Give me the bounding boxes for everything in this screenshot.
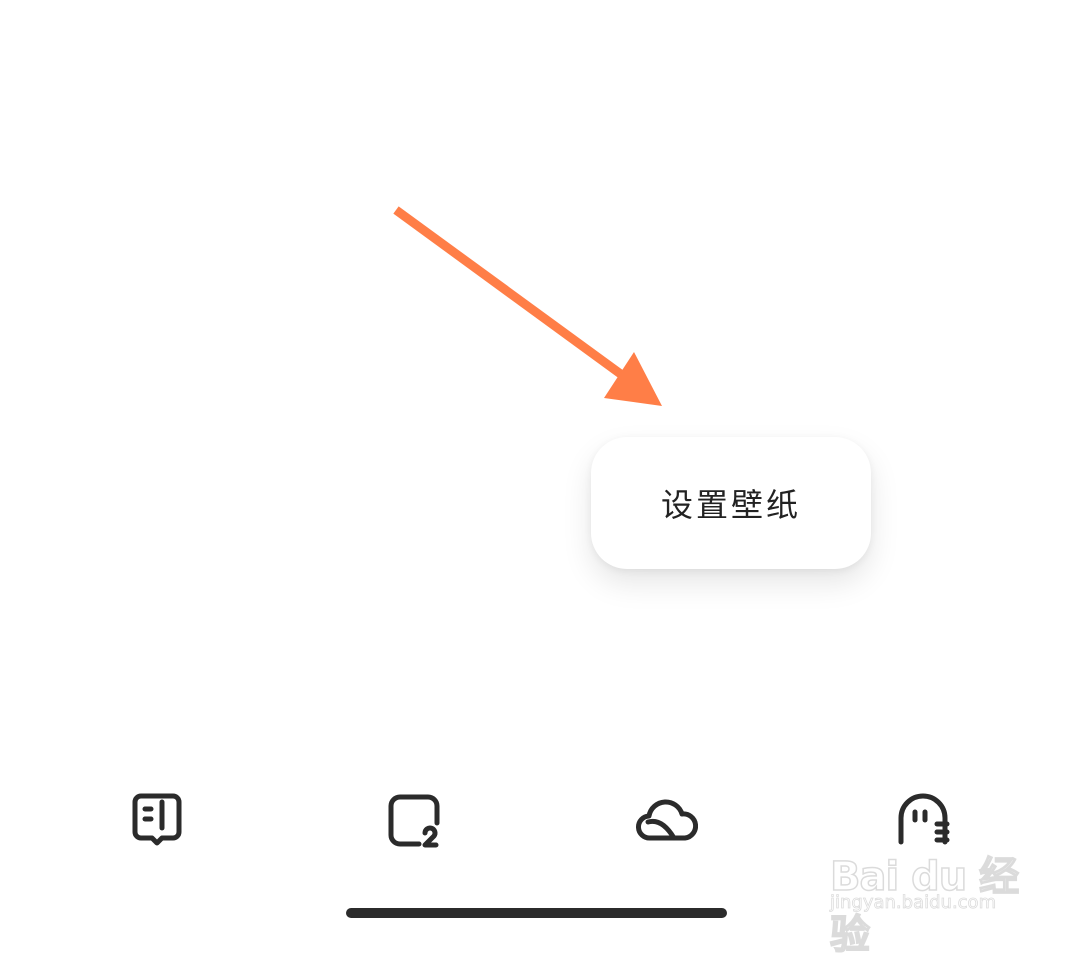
tab-square-2[interactable] [379, 785, 449, 855]
bottom-tab-bar [0, 770, 1080, 870]
watermark-url: jingyan.baidu.com [830, 892, 997, 914]
book-icon [132, 793, 182, 846]
set-wallpaper-label: 设置壁纸 [660, 486, 801, 524]
tab-book[interactable] [122, 785, 192, 855]
screen: 设置壁纸 Bai du 经验 jingyan.baidu.com [0, 0, 1080, 959]
home-indicator[interactable] [346, 908, 727, 918]
ghost-icon [898, 793, 950, 845]
tab-cloud[interactable] [631, 785, 701, 855]
cloud-icon [636, 799, 698, 841]
tab-ghost[interactable] [888, 785, 958, 855]
square-2-icon [388, 794, 440, 848]
set-wallpaper-menu-item[interactable]: 设置壁纸 [591, 437, 871, 569]
